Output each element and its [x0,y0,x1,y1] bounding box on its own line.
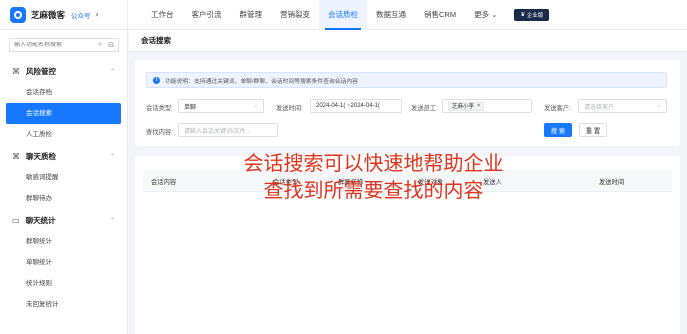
column-header-type: 会话类型 [273,179,299,186]
brand-badge[interactable]: 公众号 [71,10,91,20]
column-header-sender: 发送人 [483,179,502,186]
sidebar-group-chat-statistics[interactable]: ▭ 聊天统计 ⌃ [0,209,127,231]
sidebar-group-label: 风险管控 [26,66,56,76]
chevron-up-icon: ⌃ [109,68,115,75]
info-icon: i [153,76,160,84]
session-type-label: 会话类型: [146,105,173,112]
chevron-down-icon: ⌄ [491,9,498,19]
main-nav: 工作台 客户引流 群管理 营销裂变 会话质检 数据互通 销售CRM 更多 ⌄ ♛… [142,0,550,30]
sender-select[interactable]: 芝麻小李 × [442,99,532,113]
send-time-range[interactable]: 2024-04-1( ~2024-04-1( [310,99,402,113]
sidebar-item-sensitive-words[interactable]: 敏感词提醒 [0,167,127,188]
enterprise-edition-button[interactable]: ♛ 企业版 [514,8,550,21]
info-tip-text: 功能说明：支持通过关键词、单聊/群聊、会话时间等搜索条件查询会话内容 [165,78,358,85]
content-label: 查找内容: [146,129,173,136]
customer-select[interactable]: 请选择客户 ⌄ [578,99,667,113]
nav-item-customer-acquisition[interactable]: 客户引流 [183,0,231,30]
info-tip: i 功能说明：支持通过关键词、单聊/群聊、会话时间等搜索条件查询会话内容 [146,72,667,88]
session-type-value: 单聊 [184,104,197,111]
search-button[interactable]: 搜 索 [544,123,572,137]
sidebar: ⌕ ⊟ ⌘ 风险管控 ⌃ 会话存档 会话搜索 人工质检 ⌘ 聊天质检 ⌃ 敏感词… [0,30,128,334]
column-header-send-time: 发送时间 [599,179,625,186]
sidebar-item-group-stats[interactable]: 群聊统计 [0,231,127,252]
sidebar-item-group-todo[interactable]: 群聊待办 [0,188,127,209]
top-bar: 芝麻微客 公众号 ◐ 工作台 客户引流 群管理 营销裂变 会话质检 数据互通 销… [0,0,687,30]
content-placeholder: 请输入会话关键词/文件... [184,128,251,135]
sender-tag-label: 芝麻小李 [452,104,475,110]
sidebar-search-input[interactable] [14,42,84,48]
chevron-down-icon: ⌄ [656,103,661,109]
collapse-menu-icon[interactable]: ⊟ [108,41,114,49]
brand: 芝麻微客 公众号 ◐ [0,0,128,30]
content-search-input[interactable]: 请输入会话关键词/文件... [178,123,278,137]
theme-toggle-icon[interactable]: ◐ [96,10,101,19]
customer-placeholder: 请选择客户 [584,104,615,111]
reset-button[interactable]: 重 置 [579,123,607,137]
chevron-down-icon: ⌄ [253,103,258,109]
brand-name: 芝麻微客 [31,9,66,20]
risk-control-icon: ⌘ [12,66,20,76]
sidebar-item-manual-inspection[interactable]: 人工质检 [0,124,127,145]
crown-icon: ♛ [520,11,526,18]
nav-more[interactable]: 更多 ⌄ [465,0,506,30]
results-table: 会话内容 会话类型 群聊名称 发送对象 发送人 发送时间 [135,156,680,334]
column-header-content: 会话内容 [151,179,177,186]
sender-label: 发送员工: [411,105,438,112]
chat-inspection-icon: ⌘ [12,151,20,161]
enterprise-label: 企业版 [526,12,544,19]
sidebar-search: ⌕ ⊟ [9,38,119,52]
column-header-recipient: 发送对象 [418,179,444,186]
sidebar-item-stat-rules[interactable]: 统计规则 [0,273,127,294]
table-header: 会话内容 会话类型 群聊名称 发送对象 发送人 发送时间 [143,170,672,192]
nav-item-workbench[interactable]: 工作台 [142,0,183,30]
statistics-icon: ▭ [12,215,20,225]
app-window: 芝麻微客 公众号 ◐ 工作台 客户引流 群管理 营销裂变 会话质检 数据互通 销… [0,0,687,334]
nav-item-marketing[interactable]: 营销裂变 [271,0,319,30]
send-time-label: 发送时间: [276,105,303,112]
sidebar-item-unreplied-stats[interactable]: 未回复统计 [0,294,127,315]
page-title: 会话搜索 [129,30,687,52]
chevron-up-icon: ⌃ [109,153,115,160]
search-icon[interactable]: ⌕ [98,41,102,49]
nav-item-group-management[interactable]: 群管理 [231,0,272,30]
session-type-select[interactable]: 单聊 ⌄ [178,99,264,113]
nav-item-sales-crm[interactable]: 销售CRM [415,0,465,30]
column-header-group-name: 群聊名称 [338,179,364,186]
nav-more-label: 更多 [474,9,490,19]
sidebar-item-single-stats[interactable]: 单聊统计 [0,252,127,273]
sidebar-group-label: 聊天质检 [26,151,56,161]
brand-logo-icon [10,6,26,23]
sidebar-group-chat-inspection[interactable]: ⌘ 聊天质检 ⌃ [0,145,127,167]
filter-panel: i 功能说明：支持通过关键词、单聊/群聊、会话时间等搜索条件查询会话内容 会话类… [135,60,680,146]
close-icon[interactable]: × [477,103,480,109]
chevron-up-icon: ⌃ [109,217,115,224]
sender-tag: 芝麻小李 × [448,101,485,111]
send-time-value: 2024-04-1( ~2024-04-1( [316,103,380,109]
sidebar-group-label: 聊天统计 [25,215,56,225]
sidebar-group-risk-control[interactable]: ⌘ 风险管控 ⌃ [0,60,127,82]
sidebar-item-session-archive[interactable]: 会话存档 [0,82,127,103]
sidebar-item-session-search[interactable]: 会话搜索 [6,103,121,124]
customer-label: 发送客户: [544,105,571,112]
nav-item-data-sync[interactable]: 数据互通 [367,0,415,30]
nav-item-session-inspection[interactable]: 会话质检 [319,0,367,30]
